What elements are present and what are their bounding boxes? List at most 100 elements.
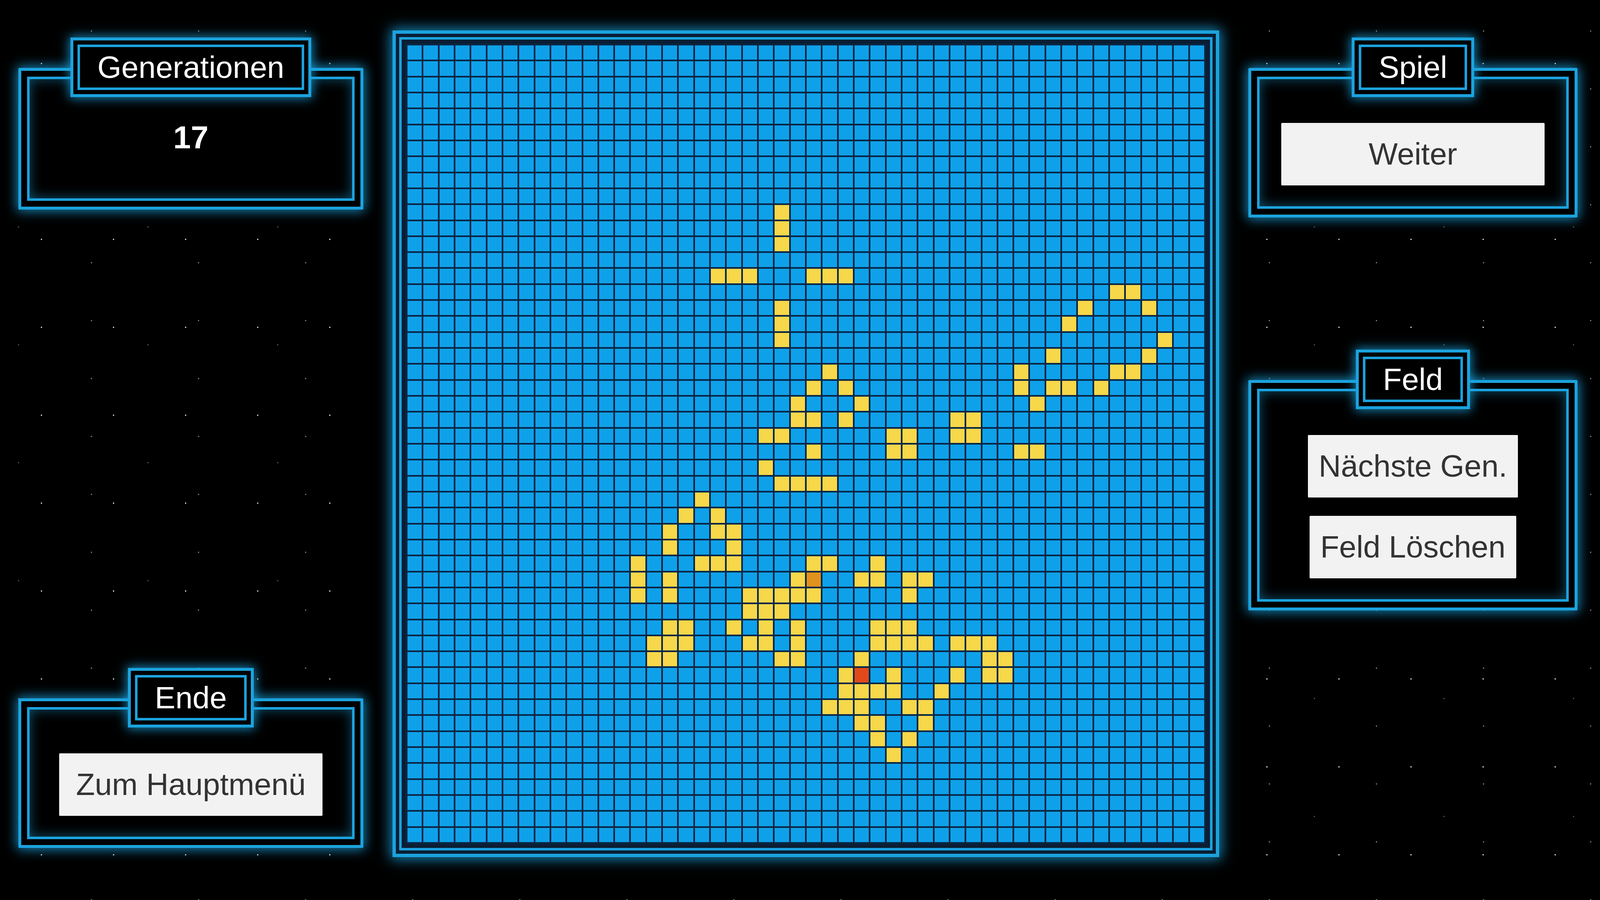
grid-cell[interactable] (742, 300, 758, 315)
grid-cell[interactable] (662, 300, 678, 315)
grid-cell[interactable] (1190, 556, 1205, 571)
grid-cell[interactable] (1094, 476, 1109, 491)
grid-cell[interactable] (455, 428, 470, 443)
live-cell[interactable] (1142, 348, 1157, 363)
grid-cell[interactable] (822, 93, 837, 108)
grid-cell[interactable] (1014, 588, 1029, 603)
grid-cell[interactable] (998, 141, 1013, 156)
grid-cell[interactable] (966, 540, 981, 555)
grid-cell[interactable] (790, 508, 805, 523)
grid-cell[interactable] (966, 237, 981, 252)
grid-cell[interactable] (1094, 620, 1109, 635)
grid-cell[interactable] (503, 189, 518, 204)
grid-cell[interactable] (471, 588, 486, 603)
grid-cell[interactable] (615, 252, 630, 268)
grid-cell[interactable] (1030, 285, 1045, 300)
grid-cell[interactable] (742, 237, 758, 252)
grid-cell[interactable] (1030, 508, 1045, 523)
grid-cell[interactable] (998, 237, 1013, 252)
grid-cell[interactable] (790, 157, 805, 172)
grid-cell[interactable] (886, 125, 901, 140)
grid-cell[interactable] (1046, 332, 1061, 348)
grid-cell[interactable] (535, 540, 550, 555)
grid-cell[interactable] (1157, 189, 1173, 204)
grid-cell[interactable] (583, 572, 598, 587)
grid-cell[interactable] (806, 45, 821, 60)
grid-cell[interactable] (695, 316, 710, 331)
grid-cell[interactable] (966, 252, 981, 268)
grid-cell[interactable] (1062, 189, 1077, 204)
grid-cell[interactable] (423, 285, 438, 300)
grid-cell[interactable] (806, 492, 821, 507)
grid-cell[interactable] (1062, 93, 1077, 108)
grid-cell[interactable] (758, 572, 773, 587)
grid-cell[interactable] (487, 476, 502, 491)
grid-cell[interactable] (710, 652, 725, 667)
grid-cell[interactable] (726, 93, 741, 108)
grid-cell[interactable] (583, 556, 598, 571)
grid-cell[interactable] (774, 252, 789, 268)
grid-cell[interactable] (1157, 508, 1173, 523)
grid-cell[interactable] (854, 45, 869, 60)
live-cell[interactable] (982, 667, 997, 683)
grid-cell[interactable] (918, 77, 933, 92)
grid-cell[interactable] (1062, 268, 1077, 283)
live-cell[interactable] (742, 588, 758, 603)
grid-cell[interactable] (774, 524, 789, 539)
grid-cell[interactable] (647, 285, 662, 300)
grid-cell[interactable] (519, 332, 534, 348)
grid-cell[interactable] (439, 380, 454, 395)
live-cell[interactable] (662, 540, 678, 555)
grid-cell[interactable] (966, 604, 981, 619)
grid-cell[interactable] (1173, 636, 1188, 651)
grid-cell[interactable] (902, 364, 917, 379)
grid-cell[interactable] (886, 524, 901, 539)
grid-cell[interactable] (1173, 332, 1188, 348)
grid-cell[interactable] (423, 572, 438, 587)
live-cell[interactable] (1046, 348, 1061, 363)
grid-cell[interactable] (790, 285, 805, 300)
live-cell[interactable] (790, 652, 805, 667)
grid-cell[interactable] (615, 109, 630, 124)
grid-cell[interactable] (583, 667, 598, 683)
grid-cell[interactable] (950, 444, 965, 459)
grid-cell[interactable] (982, 252, 997, 268)
grid-cell[interactable] (678, 348, 693, 363)
grid-cell[interactable] (902, 396, 917, 411)
grid-cell[interactable] (519, 77, 534, 92)
grid-cell[interactable] (742, 157, 758, 172)
grid-cell[interactable] (487, 300, 502, 315)
grid-cell[interactable] (662, 380, 678, 395)
grid-cell[interactable] (982, 444, 997, 459)
grid-cell[interactable] (423, 620, 438, 635)
grid-cell[interactable] (1077, 45, 1093, 60)
grid-cell[interactable] (998, 588, 1013, 603)
grid-cell[interactable] (1190, 476, 1205, 491)
grid-cell[interactable] (710, 77, 725, 92)
live-cell[interactable] (870, 572, 885, 587)
grid-cell[interactable] (551, 173, 566, 188)
grid-cell[interactable] (1030, 237, 1045, 252)
grid-cell[interactable] (1046, 61, 1061, 76)
grid-cell[interactable] (838, 460, 853, 475)
grid-cell[interactable] (439, 205, 454, 220)
grid-cell[interactable] (726, 77, 741, 92)
grid-cell[interactable] (870, 524, 885, 539)
grid-cell[interactable] (1030, 93, 1045, 108)
grid-cell[interactable] (742, 109, 758, 124)
grid-cell[interactable] (1030, 364, 1045, 379)
grid-cell[interactable] (678, 412, 693, 427)
grid-cell[interactable] (1014, 428, 1029, 443)
grid-cell[interactable] (1094, 348, 1109, 363)
grid-cell[interactable] (1046, 221, 1061, 236)
grid-cell[interactable] (998, 93, 1013, 108)
grid-cell[interactable] (678, 667, 693, 683)
grid-cell[interactable] (1110, 588, 1125, 603)
grid-cell[interactable] (423, 652, 438, 667)
grid-cell[interactable] (838, 556, 853, 571)
grid-cell[interactable] (487, 285, 502, 300)
grid-cell[interactable] (1014, 348, 1029, 363)
grid-cell[interactable] (1014, 109, 1029, 124)
grid-cell[interactable] (1110, 77, 1125, 92)
grid-cell[interactable] (1062, 157, 1077, 172)
